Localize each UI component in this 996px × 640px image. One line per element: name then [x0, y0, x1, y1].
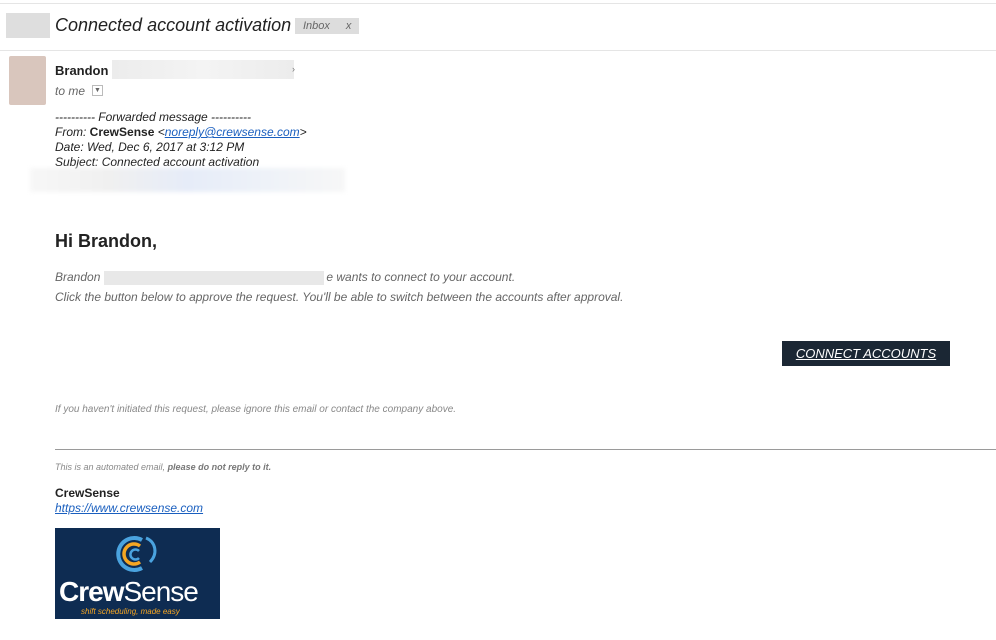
details-dropdown-icon[interactable]: ▼	[92, 85, 103, 96]
forwarded-header: ---------- Forwarded message ---------- …	[55, 110, 307, 170]
forwarded-from: From: CrewSense <noreply@crewsense.com>	[55, 125, 307, 139]
crewsense-swirl-icon	[116, 536, 157, 572]
ignore-note: If you haven't initiated this request, p…	[55, 404, 457, 415]
redacted-recipient	[30, 168, 345, 192]
connect-accounts-button[interactable]: CONNECT ACCOUNTS	[782, 341, 950, 366]
remove-label-button[interactable]: x	[346, 18, 352, 34]
header-divider	[0, 50, 996, 51]
redacted-sender-name	[112, 60, 294, 79]
inbox-label-text: Inbox	[303, 20, 330, 32]
logo-wordmark: CrewSense	[59, 576, 199, 607]
top-border	[0, 3, 996, 4]
signature-link[interactable]: https://www.crewsense.com	[55, 501, 203, 515]
email-subject: Connected account activation	[55, 15, 292, 35]
sender-chevron-icon: ›	[292, 64, 295, 74]
from-email-link[interactable]: noreply@crewsense.com	[165, 125, 300, 139]
redacted-block	[6, 13, 50, 38]
forwarded-separator: ---------- Forwarded message ----------	[55, 110, 251, 124]
from-name: CrewSense	[89, 125, 155, 139]
redacted-name	[104, 270, 325, 285]
body-line-1: Brandon e wants to connect to your accoun…	[55, 270, 516, 285]
signature-name: CrewSense	[55, 486, 120, 500]
logo-tagline: shift scheduling, made easy	[81, 607, 180, 616]
sender-avatar[interactable]	[9, 56, 46, 105]
crewsense-logo[interactable]: CrewSense shift scheduling, made easy	[55, 528, 220, 619]
automated-note: This is an automated email, please do no…	[55, 462, 272, 472]
footer-divider	[55, 449, 996, 450]
sender-name[interactable]: Brandon I	[55, 63, 116, 78]
forwarded-date: Date: Wed, Dec 6, 2017 at 3:12 PM	[55, 140, 245, 154]
body-line-2: Click the button below to approve the re…	[55, 290, 624, 304]
recipient-text: to me	[55, 84, 86, 98]
inbox-label[interactable]: Inbox x	[295, 18, 360, 34]
greeting: Hi Brandon,	[55, 231, 157, 251]
